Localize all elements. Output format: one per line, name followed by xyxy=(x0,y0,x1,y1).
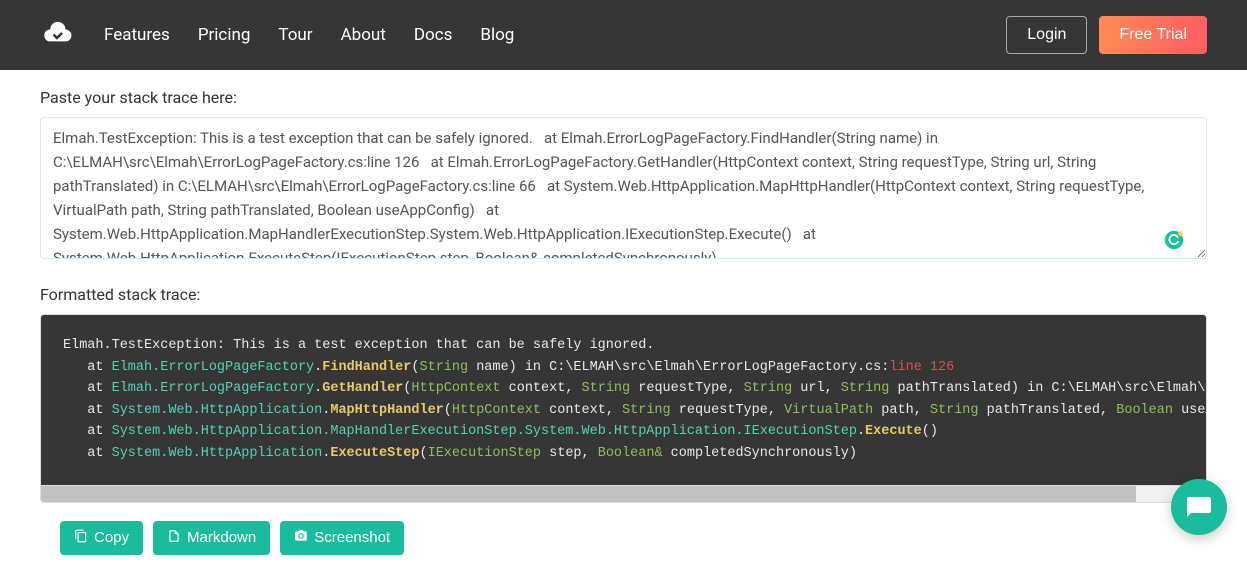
nav-link-features[interactable]: Features xyxy=(104,25,170,45)
chat-icon xyxy=(1185,493,1213,521)
formatted-output: Elmah.TestException: This is a test exce… xyxy=(41,315,1206,485)
login-button[interactable]: Login xyxy=(1006,16,1087,54)
nav-link-tour[interactable]: Tour xyxy=(278,25,312,45)
copy-label: Copy xyxy=(94,529,129,546)
textarea-wrap xyxy=(40,117,1207,263)
output-label: Formatted stack trace: xyxy=(40,285,1207,304)
formatted-section: Formatted stack trace: Elmah.TestExcepti… xyxy=(40,285,1207,555)
nav-link-docs[interactable]: Docs xyxy=(414,25,453,45)
copy-button[interactable]: Copy xyxy=(60,521,143,555)
nav-link-about[interactable]: About xyxy=(341,25,386,45)
markdown-icon xyxy=(167,529,181,547)
nav-links: Features Pricing Tour About Docs Blog xyxy=(104,25,514,45)
camera-icon xyxy=(294,529,308,547)
navbar: Features Pricing Tour About Docs Blog Login F… xyxy=(0,0,1247,70)
screenshot-label: Screenshot xyxy=(314,529,390,546)
chat-widget-button[interactable] xyxy=(1171,479,1227,535)
logo-icon[interactable] xyxy=(40,21,74,49)
stack-trace-input[interactable] xyxy=(40,117,1207,259)
nav-left: Features Pricing Tour About Docs Blog xyxy=(40,21,514,49)
nav-link-blog[interactable]: Blog xyxy=(480,25,514,45)
action-row: Copy Markdown Screenshot xyxy=(40,521,1207,555)
copy-icon xyxy=(74,529,88,547)
code-outer: Elmah.TestException: This is a test exce… xyxy=(40,314,1207,503)
input-label: Paste your stack trace here: xyxy=(40,88,1207,107)
main-container: Paste your stack trace here: Formatted s… xyxy=(0,70,1247,573)
grammarly-icon[interactable] xyxy=(1163,229,1185,251)
nav-right: Login Free Trial xyxy=(1006,16,1207,54)
markdown-button[interactable]: Markdown xyxy=(153,521,270,555)
free-trial-button[interactable]: Free Trial xyxy=(1099,16,1207,54)
scroll-thumb[interactable] xyxy=(41,486,1136,502)
horizontal-scrollbar[interactable] xyxy=(41,485,1206,502)
screenshot-button[interactable]: Screenshot xyxy=(280,521,404,555)
nav-link-pricing[interactable]: Pricing xyxy=(198,25,251,45)
markdown-label: Markdown xyxy=(187,529,256,546)
